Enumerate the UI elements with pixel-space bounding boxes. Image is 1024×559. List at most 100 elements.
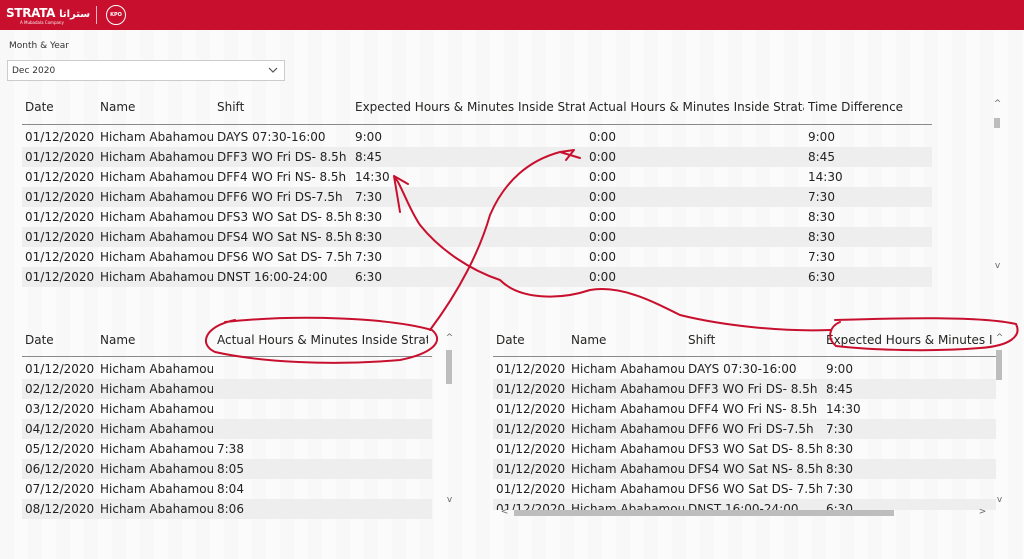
table-row[interactable]: 01/12/2020 Hicham Abahamou DAYS 07:30-16:0… — [493, 359, 996, 379]
table-row[interactable]: 01/12/2020 Hicham Abahamou DFS3 WO Sat DS-… — [22, 207, 932, 227]
column-header[interactable]: Name — [100, 100, 213, 114]
table-cell: 6:30 — [808, 270, 835, 284]
table-cell: DFS3 WO Sat DS- 8.5h — [688, 442, 822, 456]
table-cell: 01/12/2020 — [496, 422, 566, 436]
slicer-selected-value: Dec 2020 — [12, 66, 56, 76]
column-header[interactable]: Date — [25, 100, 96, 114]
bottom-left-scrollbar[interactable]: ^ v — [445, 334, 454, 506]
table-row[interactable]: 01/12/2020 Hicham Abahamou DFS3 WO Sat DS-… — [493, 439, 996, 459]
bottom-right-hscrollbar[interactable]: < > — [500, 508, 990, 517]
table-cell: 01/12/2020 — [25, 250, 95, 264]
table-row[interactable]: 01/12/2020 Hicham Abahamou DFF4 WO Fri NS-… — [22, 167, 932, 187]
table-row[interactable]: 06/12/2020 Hicham Abahamou 8:05 — [22, 459, 432, 479]
column-header[interactable]: Shift — [688, 333, 822, 347]
table-cell: Hicham Abahamou — [100, 402, 213, 416]
top-table-scrollbar[interactable]: ^ v — [993, 100, 1002, 272]
scroll-down-arrow[interactable]: v — [995, 496, 1004, 505]
table-cell: 01/12/2020 — [25, 362, 95, 376]
table-cell: 0:00 — [589, 130, 616, 144]
table-cell: 01/12/2020 — [25, 270, 95, 284]
bottom-right-table-visual[interactable]: Date Name Shift Expected Hours & Minutes In… — [493, 330, 996, 510]
column-header[interactable]: Actual Hours & Minutes Inside Strata — [589, 100, 804, 114]
scroll-thumb[interactable] — [446, 350, 452, 384]
strata-logo: STRATA ستراتا — [6, 6, 91, 20]
table-cell: 8:45 — [808, 150, 835, 164]
table-row[interactable]: 01/12/2020 Hicham Abahamou DFS6 WO Sat DS-… — [22, 247, 932, 267]
table-cell: 0:00 — [589, 170, 616, 184]
table-cell: 9:00 — [355, 130, 382, 144]
table-cell: 8:06 — [217, 502, 244, 516]
table-cell: 01/12/2020 — [25, 130, 95, 144]
header-divider — [493, 356, 996, 357]
table-cell: Hicham Abahamou — [100, 382, 213, 396]
table-row[interactable]: 02/12/2020 Hicham Abahamou — [22, 379, 432, 399]
scroll-up-arrow[interactable]: ^ — [445, 334, 454, 343]
column-header[interactable]: Time Difference — [808, 100, 928, 114]
scroll-up-arrow[interactable]: ^ — [993, 100, 1002, 109]
table-cell: 7:30 — [826, 422, 853, 436]
table-cell: 0:00 — [589, 190, 616, 204]
month-year-slicer[interactable]: Dec 2020 — [7, 60, 285, 81]
scroll-down-arrow[interactable]: v — [445, 496, 454, 505]
table-row[interactable]: 01/12/2020 Hicham Abahamou DNST 16:00-24:0… — [22, 267, 932, 287]
table-cell: 08/12/2020 — [25, 502, 95, 516]
table-row[interactable]: 07/12/2020 Hicham Abahamou 8:04 — [22, 479, 432, 499]
table-cell: 01/12/2020 — [25, 210, 95, 224]
table-cell: 0:00 — [589, 230, 616, 244]
table-row[interactable]: 01/12/2020 Hicham Abahamou DFF6 WO Fri DS-… — [22, 187, 932, 207]
table-row[interactable]: 01/12/2020 Hicham Abahamou DFF3 WO Fri DS-… — [22, 147, 932, 167]
month-year-slicer-label: Month & Year — [9, 41, 70, 51]
table-cell: Hicham Abahamou — [100, 422, 213, 436]
table-cell: 14:30 — [826, 402, 861, 416]
column-header[interactable]: Name — [571, 333, 684, 347]
table-row[interactable]: 01/12/2020 Hicham Abahamou DFS4 WO Sat NS-… — [493, 459, 996, 479]
table-cell: Hicham Abahamou — [571, 442, 684, 456]
table-row[interactable]: 01/12/2020 Hicham Abahamou DFF3 WO Fri DS-… — [493, 379, 996, 399]
scroll-left-arrow[interactable]: < — [500, 508, 509, 517]
scroll-up-arrow[interactable]: ^ — [995, 334, 1004, 343]
column-header[interactable]: Name — [100, 333, 213, 347]
table-cell: Hicham Abahamou — [571, 362, 684, 376]
table-cell: DFS4 WO Sat NS- 8.5h — [688, 462, 822, 476]
table-row[interactable]: 01/12/2020 Hicham Abahamou DFS4 WO Sat NS-… — [22, 227, 932, 247]
hscroll-thumb[interactable] — [514, 510, 894, 516]
table-cell: 8:30 — [355, 230, 382, 244]
top-table-visual[interactable]: Date Name Shift Expected Hours & Minutes In… — [22, 97, 932, 287]
table-cell: Hicham Abahamou — [100, 170, 213, 184]
logo-divider — [96, 6, 97, 24]
bottom-left-table-visual[interactable]: Date Name Actual Hours & Minutes Inside St… — [22, 330, 432, 520]
table-cell: DFS4 WO Sat NS- 8.5h — [217, 230, 351, 244]
scroll-right-arrow[interactable]: > — [978, 508, 987, 517]
table-row[interactable]: 04/12/2020 Hicham Abahamou — [22, 419, 432, 439]
table-row[interactable]: 01/12/2020 Hicham Abahamou DFS6 WO Sat DS-… — [493, 479, 996, 499]
table-cell: 0:00 — [589, 250, 616, 264]
table-row[interactable]: 01/12/2020 Hicham Abahamou — [22, 359, 432, 379]
column-header[interactable]: Actual Hours & Minutes Inside Strata — [217, 333, 428, 347]
column-header[interactable]: Shift — [217, 100, 351, 114]
table-row[interactable]: 01/12/2020 Hicham Abahamou DFF4 WO Fri NS-… — [493, 399, 996, 419]
table-row[interactable]: 05/12/2020 Hicham Abahamou 7:38 — [22, 439, 432, 459]
bottom-right-scrollbar[interactable]: ^ v — [995, 334, 1004, 506]
column-header[interactable]: Expected Hours & Minutes Inside Strata — [826, 333, 992, 347]
column-header[interactable]: Expected Hours & Minutes Inside Strata — [355, 100, 585, 114]
table-cell: Hicham Abahamou — [100, 462, 213, 476]
table-row[interactable]: 01/12/2020 Hicham Abahamou DAYS 07:30-16:0… — [22, 127, 932, 147]
scroll-thumb[interactable] — [994, 118, 1000, 128]
column-header[interactable]: Date — [25, 333, 96, 347]
header-divider — [22, 356, 432, 357]
table-cell: Hicham Abahamou — [100, 190, 213, 204]
table-cell: 03/12/2020 — [25, 402, 95, 416]
table-row[interactable]: 08/12/2020 Hicham Abahamou 8:06 — [22, 499, 432, 519]
table-cell: 7:30 — [808, 250, 835, 264]
table-cell: 6:30 — [355, 270, 382, 284]
table-cell: 0:00 — [589, 150, 616, 164]
table-cell: 01/12/2020 — [25, 150, 95, 164]
table-cell: DFF3 WO Fri DS- 8.5h — [688, 382, 818, 396]
table-row[interactable]: 01/12/2020 Hicham Abahamou DFF6 WO Fri DS-… — [493, 419, 996, 439]
scroll-down-arrow[interactable]: v — [993, 262, 1002, 271]
column-header[interactable]: Date — [496, 333, 567, 347]
table-row[interactable]: 03/12/2020 Hicham Abahamou — [22, 399, 432, 419]
table-cell: 01/12/2020 — [496, 442, 566, 456]
table-cell: 01/12/2020 — [496, 462, 566, 476]
scroll-thumb[interactable] — [996, 350, 1002, 380]
